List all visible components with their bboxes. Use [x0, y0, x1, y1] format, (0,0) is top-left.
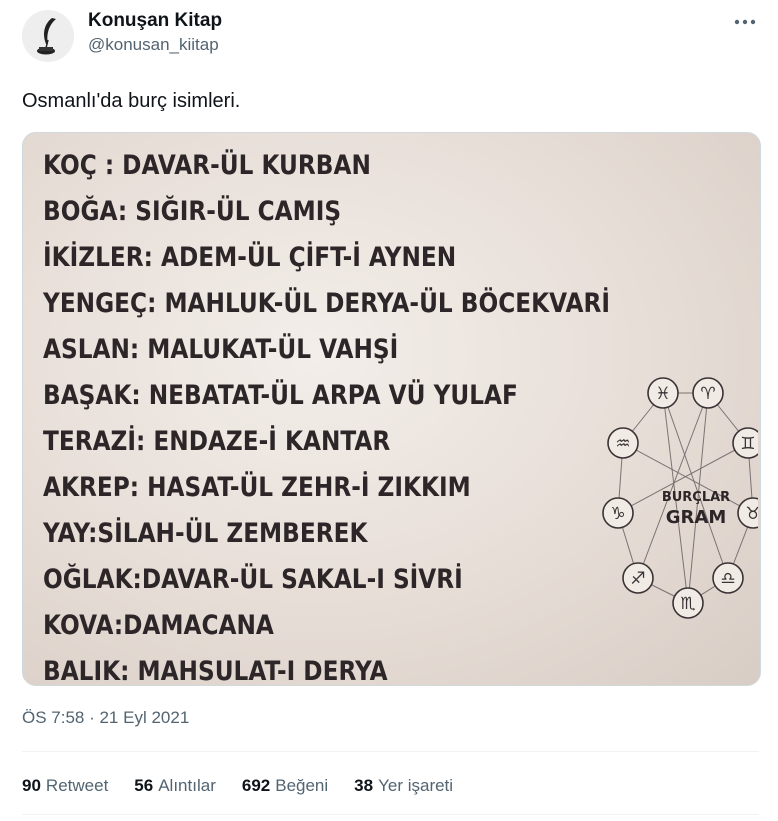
- burc-line: TERAZİ: ENDAZE-İ KANTAR: [43, 426, 391, 457]
- svg-text:♓: ♓: [655, 384, 670, 404]
- tweet-image[interactable]: KOÇ : DAVAR-ÜL KURBAN BOĞA: SIĞIR-ÜL CAM…: [22, 132, 761, 686]
- svg-text:♒: ♒: [615, 434, 630, 454]
- tweet-text: Osmanlı'da burç isimleri.: [22, 90, 241, 112]
- divider: [22, 814, 759, 815]
- zodiac-wheel-logo: ♓ ♈ ♒ ♑ ♐ ♏ ♎ ♉ ♊ BURÇLAR GRAM: [602, 377, 758, 619]
- quill-ink-icon: [22, 10, 74, 62]
- burc-line: YENGEÇ: MAHLUK-ÜL DERYA-ÜL BÖCEKVARİ: [43, 288, 611, 319]
- burc-line: ASLAN: MALUKAT-ÜL VAHŞİ: [43, 334, 399, 365]
- svg-text:♐: ♐: [630, 569, 645, 589]
- bookmark-label: Yer işareti: [378, 776, 454, 795]
- svg-text:♎: ♎: [720, 569, 735, 589]
- like-count: 692: [241, 776, 271, 795]
- burc-line: BOĞA: SIĞIR-ÜL CAMIŞ: [43, 196, 342, 227]
- logo-text: GRAM: [666, 507, 726, 528]
- author-display-name[interactable]: Konuşan Kitap: [88, 10, 222, 32]
- burc-line: OĞLAK:DAVAR-ÜL SAKAL-I SİVRİ: [43, 564, 463, 595]
- like-label: Beğeni: [275, 776, 329, 795]
- bookmarks-stat[interactable]: 38 Yer işareti: [354, 776, 453, 796]
- burc-line: KOÇ : DAVAR-ÜL KURBAN: [43, 150, 371, 181]
- burc-line: İKİZLER: ADEM-ÜL ÇİFT-İ AYNEN: [43, 242, 457, 273]
- quote-label: Alıntılar: [158, 776, 216, 795]
- burc-line: KOVA:DAMACANA: [43, 610, 274, 641]
- svg-text:♑: ♑: [610, 504, 625, 524]
- retweets-stat[interactable]: 90 Retweet: [22, 776, 108, 796]
- logo-text: BURÇLAR: [662, 490, 730, 505]
- author-handle[interactable]: @konusan_kiitap: [88, 32, 222, 58]
- tweet-timestamp[interactable]: ÖS 7:58 · 21 Eyl 2021: [22, 708, 189, 728]
- avatar[interactable]: [22, 10, 74, 62]
- quotes-stat[interactable]: 56 Alıntılar: [134, 776, 216, 796]
- svg-text:♉: ♉: [745, 504, 758, 524]
- svg-text:♏: ♏: [680, 594, 695, 614]
- likes-stat[interactable]: 692 Beğeni: [242, 776, 328, 796]
- bookmark-count: 38: [354, 776, 374, 795]
- engagement-stats: 90 Retweet 56 Alıntılar 692 Beğeni 38 Ye…: [22, 776, 453, 796]
- burc-line: BAŞAK: NEBATAT-ÜL ARPA VÜ YULAF: [43, 380, 518, 411]
- burc-line: AKREP: HASAT-ÜL ZEHR-İ ZIKKIM: [43, 472, 471, 503]
- svg-text:♈: ♈: [700, 384, 715, 404]
- burc-line: BALIK: MAHSULAT-I DERYA: [43, 656, 388, 686]
- retweet-label: Retweet: [45, 776, 109, 795]
- burc-line: YAY:SİLAH-ÜL ZEMBEREK: [43, 518, 368, 549]
- tweet-header: Konuşan Kitap @konusan_kiitap: [22, 8, 762, 68]
- divider: [22, 751, 759, 752]
- retweet-count: 90: [22, 776, 41, 795]
- quote-count: 56: [134, 776, 154, 795]
- more-options-icon[interactable]: [730, 10, 760, 34]
- svg-text:♊: ♊: [740, 434, 755, 454]
